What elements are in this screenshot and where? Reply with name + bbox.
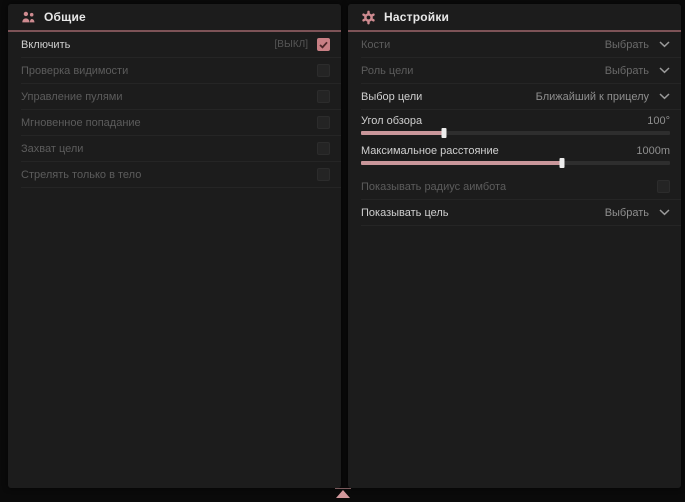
check-icon: [319, 41, 328, 49]
users-icon: [21, 10, 36, 25]
target-selection-dropdown[interactable]: Ближайший к прицелу: [536, 91, 670, 103]
setting-label: Управление пулями: [21, 91, 123, 103]
setting-row-target-lock[interactable]: Захват цели: [21, 136, 341, 162]
setting-row-show-radius[interactable]: Показывать радиус аимбота: [361, 174, 681, 200]
chevron-down-icon: [659, 67, 670, 74]
enable-checkbox[interactable]: [317, 38, 330, 51]
settings-panel: Настройки Кости Выбрать Роль цели Выбрат…: [348, 4, 681, 488]
fov-slider[interactable]: [361, 131, 670, 135]
dropdown-value: Выбрать: [605, 39, 649, 51]
chevron-down-icon: [659, 41, 670, 48]
setting-row-target-selection: Выбор цели Ближайший к прицелу: [361, 84, 681, 110]
chevron-down-icon: [659, 209, 670, 216]
setting-label: Роль цели: [361, 65, 413, 77]
slider-fill: [361, 161, 562, 165]
setting-label: Проверка видимости: [21, 65, 128, 77]
target-lock-checkbox[interactable]: [317, 142, 330, 155]
show-target-dropdown[interactable]: Выбрать: [605, 207, 670, 219]
setting-label: Угол обзора: [361, 115, 422, 127]
setting-label: Выбор цели: [361, 91, 422, 103]
settings-panel-header: Настройки: [348, 4, 681, 32]
setting-row-instant-hit[interactable]: Мгновенное попадание: [21, 110, 341, 136]
panel-title: Настройки: [384, 10, 449, 24]
visibility-check-checkbox[interactable]: [317, 64, 330, 77]
slider-value: 1000m: [636, 145, 670, 157]
gear-icon: [361, 10, 376, 25]
setting-label: Максимальное расстояние: [361, 145, 499, 157]
target-role-dropdown[interactable]: Выбрать: [605, 65, 670, 77]
bullet-control-checkbox[interactable]: [317, 90, 330, 103]
chevron-down-icon: [659, 93, 670, 100]
bones-dropdown[interactable]: Выбрать: [605, 39, 670, 51]
slider-thumb[interactable]: [442, 128, 447, 138]
setting-label: Показывать радиус аимбота: [361, 181, 506, 193]
setting-row-enable[interactable]: Включить [ВЫКЛ]: [21, 32, 341, 58]
setting-row-max-distance: Максимальное расстояние 1000m: [361, 140, 681, 170]
setting-row-show-target: Показывать цель Выбрать: [361, 200, 681, 226]
setting-label: Включить: [21, 39, 70, 51]
show-radius-checkbox[interactable]: [657, 180, 670, 193]
setting-label: Показывать цель: [361, 207, 449, 219]
setting-row-fov: Угол обзора 100°: [361, 110, 681, 140]
hotkey-state-text: [ВЫКЛ]: [275, 39, 308, 50]
dropdown-value: Выбрать: [605, 207, 649, 219]
dropdown-value: Ближайший к прицелу: [536, 91, 649, 103]
setting-label: Мгновенное попадание: [21, 117, 141, 129]
general-panel-header: Общие: [8, 4, 341, 32]
setting-label: Стрелять только в тело: [21, 169, 141, 181]
dropdown-value: Выбрать: [605, 65, 649, 77]
instant-hit-checkbox[interactable]: [317, 116, 330, 129]
max-distance-slider[interactable]: [361, 161, 670, 165]
setting-row-visibility-check[interactable]: Проверка видимости: [21, 58, 341, 84]
setting-label: Захват цели: [21, 143, 83, 155]
slider-fill: [361, 131, 444, 135]
general-panel: Общие Включить [ВЫКЛ] Проверка видимости…: [8, 4, 341, 488]
slider-value: 100°: [647, 115, 670, 127]
setting-row-bullet-control[interactable]: Управление пулями: [21, 84, 341, 110]
panel-title: Общие: [44, 10, 86, 24]
setting-label: Кости: [361, 39, 390, 51]
setting-row-body-only[interactable]: Стрелять только в тело: [21, 162, 341, 188]
setting-row-target-role: Роль цели Выбрать: [361, 58, 681, 84]
setting-row-bones: Кости Выбрать: [361, 32, 681, 58]
slider-thumb[interactable]: [559, 158, 564, 168]
cursor-arrow: [336, 490, 350, 498]
body-only-checkbox[interactable]: [317, 168, 330, 181]
